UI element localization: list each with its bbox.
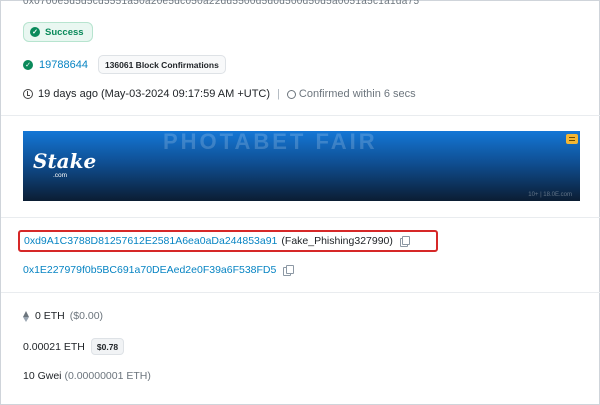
transaction-hash[interactable]: 0x0700e5d5d5cd5551a50a20e5dc050a22dd5500… bbox=[23, 0, 419, 7]
value-row: 0 ETH ($0.00) bbox=[23, 310, 103, 322]
gas-price-gwei: 10 Gwei bbox=[23, 370, 62, 382]
block-number-link[interactable]: 19788644 bbox=[39, 59, 88, 71]
status-badge: ✓ Success bbox=[23, 22, 93, 42]
timer-icon bbox=[286, 89, 296, 99]
from-address-link[interactable]: 0xd9A1C3788D81257612E2581A6ea0aDa244853a… bbox=[24, 235, 277, 247]
value-usd: ($0.00) bbox=[69, 310, 104, 322]
gas-price-eth: (0.00000001 ETH) bbox=[64, 370, 151, 382]
fee-usd-badge: $0.78 bbox=[90, 338, 125, 355]
from-address-tag: (Fake_Phishing327990) bbox=[281, 235, 393, 247]
ad-mascot-icon bbox=[566, 134, 578, 144]
confirmations-badge: 136061 Block Confirmations bbox=[97, 55, 226, 74]
stake-logo-sub: .com bbox=[53, 172, 68, 179]
section-divider bbox=[1, 217, 600, 218]
timestamp-separator: | bbox=[277, 88, 280, 100]
clock-icon bbox=[23, 89, 33, 99]
section-divider bbox=[1, 292, 600, 293]
ad-ghost-text: PHOTABET FAIR bbox=[163, 131, 378, 154]
confirmed-text: Confirmed within 6 secs bbox=[298, 88, 416, 100]
to-address-link[interactable]: 0x1E227979f0b5BC691a70DEAed2e0F39a6F538F… bbox=[23, 264, 276, 276]
gas-price-row: 10 Gwei (0.00000001 ETH) bbox=[23, 370, 151, 382]
from-address-row: 0xd9A1C3788D81257612E2581A6ea0aDa244853a… bbox=[18, 230, 438, 252]
eth-icon bbox=[23, 310, 30, 322]
timestamp-row: 19 days ago (May-03-2024 09:17:59 AM +UT… bbox=[23, 88, 416, 100]
stake-logo: Stake bbox=[33, 149, 97, 173]
fee-eth: 0.00021 ETH bbox=[23, 340, 85, 353]
copy-icon[interactable] bbox=[399, 236, 411, 247]
copy-icon[interactable] bbox=[283, 265, 294, 276]
status-label: Success bbox=[45, 26, 84, 38]
transaction-details-panel: 0x0700e5d5d5cd5551a50a20e5dc050a22dd5500… bbox=[0, 0, 600, 405]
section-divider bbox=[1, 115, 600, 116]
transaction-fee-row: 0.00021 ETH $0.78 bbox=[23, 338, 125, 355]
block-row: ✓ 19788644 136061 Block Confirmations bbox=[23, 55, 226, 74]
ad-banner[interactable]: PHOTABET FAIR Stake .com 10+ | 18.0E.com bbox=[23, 131, 580, 201]
value-eth: 0 ETH bbox=[35, 310, 65, 322]
confirmed-within: Confirmed within 6 secs bbox=[286, 88, 416, 100]
timestamp-text: 19 days ago (May-03-2024 09:17:59 AM +UT… bbox=[38, 88, 271, 100]
check-circle-icon: ✓ bbox=[23, 59, 33, 70]
ad-footer-text: 10+ | 18.0E.com bbox=[528, 192, 572, 198]
check-circle-icon: ✓ bbox=[30, 27, 40, 37]
to-address-row: 0x1E227979f0b5BC691a70DEAed2e0F39a6F538F… bbox=[23, 264, 294, 276]
